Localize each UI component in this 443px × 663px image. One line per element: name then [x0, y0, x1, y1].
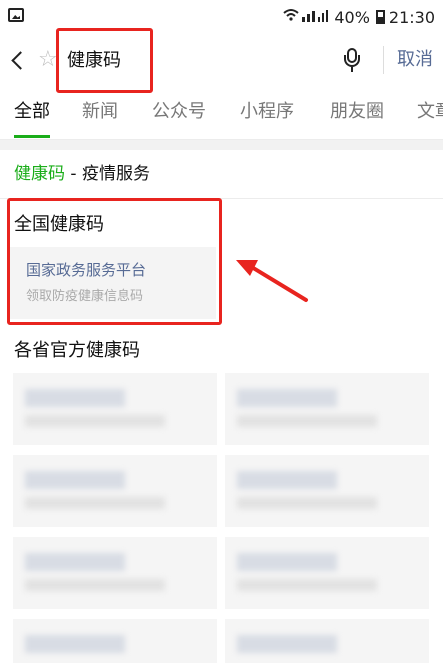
annotation-highlight-national	[7, 198, 222, 325]
battery-icon	[375, 10, 385, 24]
annotation-highlight-query	[56, 28, 153, 93]
tab-news[interactable]: 新闻	[82, 100, 118, 124]
province-card[interactable]	[225, 373, 429, 445]
province-card[interactable]	[225, 619, 429, 663]
tab-articles[interactable]: 文章	[417, 100, 443, 124]
province-card[interactable]	[225, 537, 429, 609]
search-divider	[383, 46, 384, 74]
tab-all[interactable]: 全部	[14, 100, 50, 124]
section-keyword: 健康码	[14, 164, 65, 184]
signal-icons	[282, 7, 330, 27]
back-arrow-icon[interactable]	[8, 46, 30, 76]
microphone-icon[interactable]	[344, 48, 360, 72]
section-header: 健康码 - 疫情服务	[14, 162, 150, 186]
search-tabs: 全部 新闻 公众号 小程序 朋友圈 文章	[0, 92, 443, 140]
province-card[interactable]	[13, 619, 217, 663]
province-card[interactable]	[225, 455, 429, 527]
tab-official-accounts[interactable]: 公众号	[152, 100, 206, 124]
province-card[interactable]	[13, 373, 217, 445]
province-card[interactable]	[13, 537, 217, 609]
section-gap	[0, 140, 443, 150]
image-notification-icon	[8, 8, 24, 22]
cancel-button[interactable]: 取消	[397, 49, 433, 71]
active-tab-indicator	[14, 135, 50, 138]
tab-moments[interactable]: 朋友圈	[330, 100, 384, 124]
section-subtitle: - 疫情服务	[65, 164, 150, 184]
province-card[interactable]	[13, 455, 217, 527]
status-right: 40% 21:30	[282, 6, 435, 28]
provincial-codes-title: 各省官方健康码	[14, 340, 140, 361]
annotation-arrow-icon	[236, 260, 308, 302]
clock: 21:30	[388, 7, 435, 27]
star-icon: ☆	[38, 47, 58, 72]
battery-percent: 40%	[334, 7, 370, 27]
wifi-signal-icon	[283, 9, 329, 22]
tab-mini-programs[interactable]: 小程序	[240, 100, 294, 124]
